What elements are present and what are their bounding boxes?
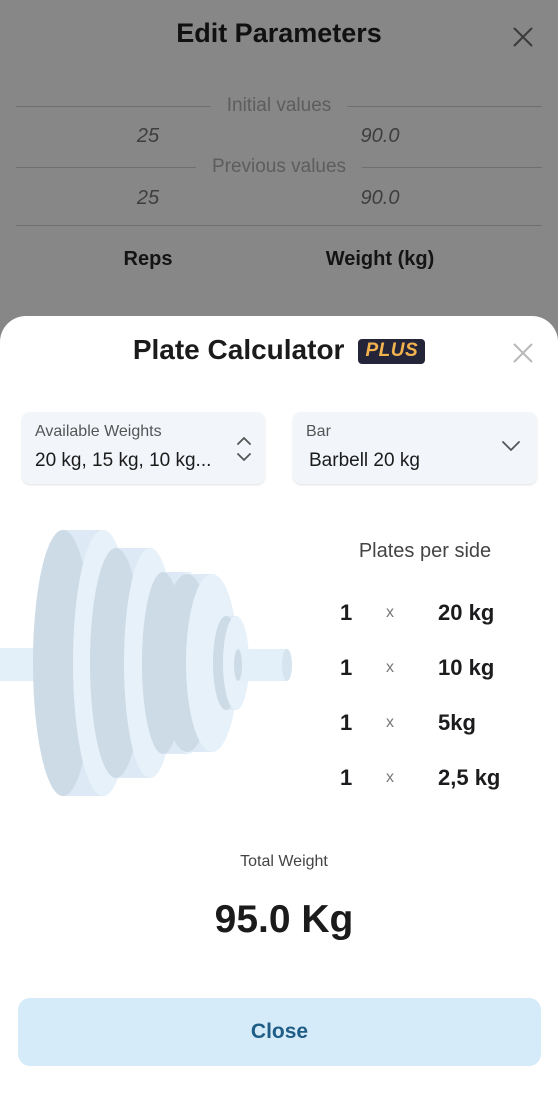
close-button-label: Close	[250, 1020, 309, 1043]
plate-calculator-title: Plate Calculator	[132, 334, 345, 365]
previous-values-divider: Previous values	[16, 156, 542, 178]
barbell-plates-illustration	[0, 530, 292, 796]
plate-row: 1 x 2,5 kg	[340, 765, 540, 795]
plate-weight: 2,5 kg	[438, 765, 501, 790]
plate-weight: 10 kg	[438, 655, 495, 680]
plate-row: 1 x 20 kg	[340, 600, 540, 630]
initial-weight-value: 90.0	[360, 125, 400, 147]
plate-row: 1 x 10 kg	[340, 655, 540, 685]
available-weights-field[interactable]: Available Weights 20 kg, 15 kg, 10 kg...	[22, 412, 265, 484]
close-icon[interactable]	[508, 338, 538, 368]
multiply-sign: x	[386, 604, 394, 621]
plate-count: 1	[340, 710, 353, 735]
bar-sleeve-right	[238, 649, 287, 681]
bar-label: Bar	[306, 423, 331, 440]
bar-value: Barbell 20 kg	[309, 450, 420, 471]
total-weight-label: Total Weight	[240, 853, 328, 870]
plate-row: 1 x 5kg	[340, 710, 540, 740]
plate-count: 1	[340, 765, 353, 790]
close-icon[interactable]	[508, 22, 538, 52]
multiply-sign: x	[386, 659, 394, 676]
available-weights-label: Available Weights	[35, 423, 162, 440]
edit-parameters-title: Edit Parameters	[176, 18, 382, 48]
plate-weight: 5kg	[438, 710, 476, 735]
previous-weight-value: 90.0	[360, 187, 400, 209]
bar-select-field[interactable]: Bar Barbell 20 kg	[293, 412, 537, 484]
plus-badge: PLUS	[358, 338, 426, 364]
reps-column-header: Reps	[123, 248, 173, 270]
chevron-down-icon	[502, 441, 520, 451]
total-weight-value: 95.0 Kg	[214, 898, 354, 941]
previous-values-label: Previous values	[195, 156, 363, 178]
available-weights-value: 20 kg, 15 kg, 10 kg...	[35, 450, 212, 471]
initial-values-label: Initial values	[210, 95, 348, 117]
sheet-header: Plate Calculator PLUS	[0, 334, 558, 366]
plate-calculator-sheet: Plate Calculator PLUS Available Weights …	[0, 316, 558, 1102]
close-button[interactable]: Close	[18, 998, 541, 1066]
plates-per-side-title: Plates per side	[358, 540, 492, 562]
initial-reps-value: 25	[136, 125, 160, 147]
header-divider	[16, 225, 542, 226]
plate-count: 1	[340, 655, 353, 680]
weight-column-header: Weight (kg)	[325, 248, 435, 270]
chevron-up-down-icon	[237, 437, 251, 461]
multiply-sign: x	[386, 714, 394, 731]
plate-count: 1	[340, 600, 353, 625]
previous-reps-value: 25	[136, 187, 160, 209]
initial-values-divider: Initial values	[16, 95, 542, 117]
multiply-sign: x	[386, 769, 394, 786]
plate-weight: 20 kg	[438, 600, 495, 625]
